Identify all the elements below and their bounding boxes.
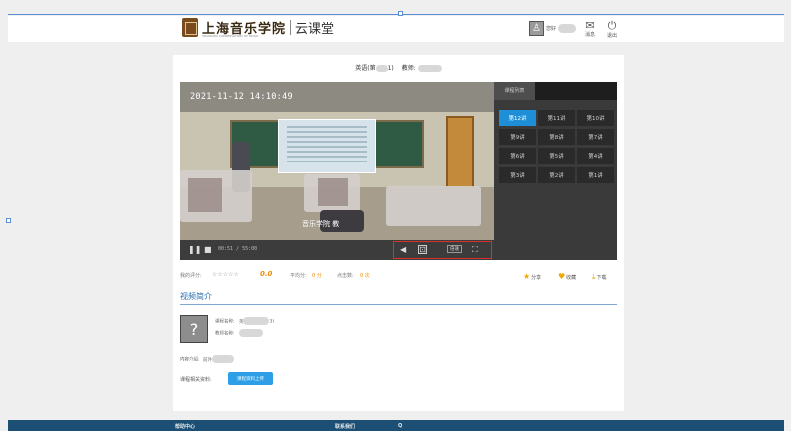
user-greeting: 您好 <box>546 26 557 32</box>
episode-item[interactable]: 第12讲 <box>499 110 536 126</box>
blurred-region <box>188 178 222 212</box>
site-logo[interactable]: 上海音乐学院 SHANGHAI CONSERVATORY OF MUSIC 云课… <box>182 18 335 38</box>
tab-course-list[interactable]: 课程列表 <box>494 82 535 100</box>
footer: 帮助中心 联系我们 Q <box>8 420 784 431</box>
messages-button[interactable]: ✉ 消息 <box>581 19 599 38</box>
footer-extra: Q <box>398 423 403 429</box>
course-name-suffix: 3) <box>269 319 275 325</box>
tab-empty <box>535 82 617 100</box>
course-name-row: 课程名称: 英 3) <box>215 317 274 325</box>
course-card: 英语(第 1) 教师: 2021-11-12 14:10:49 音乐学院 教 ❚❚… <box>173 55 624 411</box>
rating-score: 0.0 <box>260 270 273 278</box>
redacted-text <box>375 65 388 72</box>
user-menu[interactable]: ♙ 您好 <box>529 21 577 36</box>
video-scene <box>446 116 474 196</box>
volume-icon[interactable]: ◀ <box>400 245 406 254</box>
teacher-name-label: 教师名称: <box>215 331 235 337</box>
share-button[interactable]: ★分享 <box>523 272 541 281</box>
upload-material-button[interactable]: 课程资料上传 <box>228 372 273 385</box>
logout-button[interactable]: ⏻ 退出 <box>603 19 621 39</box>
video-timestamp: 2021-11-12 14:10:49 <box>190 92 293 102</box>
playback-time: 00:51 / 55:00 <box>218 246 258 252</box>
redacted-text <box>211 355 234 363</box>
download-button[interactable]: ⤓下载 <box>592 272 607 282</box>
picture-in-picture-icon[interactable]: ⊡ <box>418 245 427 254</box>
material-label: 课程相关资料: <box>180 377 212 383</box>
episode-item[interactable]: 第3讲 <box>499 167 536 183</box>
redacted-text <box>238 329 263 337</box>
user-avatar-icon: ♙ <box>529 21 544 36</box>
pause-icon[interactable]: ❚❚ <box>188 245 201 254</box>
school-seal-icon <box>182 18 198 37</box>
course-name-label: 课程名称: <box>215 319 235 325</box>
rating-stars[interactable]: ☆☆☆☆☆ <box>212 271 239 278</box>
favorite-label: 收藏 <box>566 275 577 281</box>
download-label: 下载 <box>596 275 607 281</box>
episode-tabs: 课程列表 <box>494 82 617 100</box>
redacted-text <box>417 65 442 72</box>
school-name-english: SHANGHAI CONSERVATORY OF MUSIC <box>202 34 259 38</box>
star-icon: ★ <box>523 272 531 281</box>
share-label: 分享 <box>531 275 542 281</box>
heart-icon: ♥ <box>558 272 566 281</box>
course-title-prefix: 英语(第 <box>355 65 376 72</box>
rating-row: 我的评分: ☆☆☆☆☆ 0.0 平均分: 0 分 点击数: 0 次 ★分享 ♥收… <box>180 270 617 282</box>
message-icon: ✉ <box>585 19 595 32</box>
messages-label: 消息 <box>584 32 595 38</box>
average-label: 平均分: <box>290 273 307 279</box>
favorite-button[interactable]: ♥收藏 <box>558 272 576 281</box>
content-intro: 内容介绍: 前外 <box>180 355 234 363</box>
blurred-region <box>318 178 348 206</box>
episode-item[interactable]: 第11讲 <box>538 110 575 126</box>
selection-outline <box>8 14 784 15</box>
teacher-label: 教师: <box>401 65 416 72</box>
episode-item[interactable]: 第9讲 <box>499 129 536 145</box>
episode-item[interactable]: 第4讲 <box>577 148 614 164</box>
logout-icon: ⏻ <box>607 19 617 32</box>
user-name-redacted <box>558 24 577 33</box>
playback-rate-button[interactable]: 倍速 <box>447 245 462 253</box>
episode-item[interactable]: 第8讲 <box>538 129 575 145</box>
top-bar: 上海音乐学院 SHANGHAI CONSERVATORY OF MUSIC 云课… <box>8 16 784 42</box>
contact-us-link[interactable]: 联系我们 <box>335 423 355 430</box>
player-controls: ❚❚ ■ 00:51 / 55:00 ◀ ⊡ 倍速 ⛶ <box>180 240 494 260</box>
episode-panel: 课程列表 第12讲 第11讲 第10讲 第9讲 第8讲 第7讲 第6讲 第5讲 … <box>494 82 617 260</box>
content-value: 前外 <box>202 357 212 363</box>
section-divider <box>180 304 617 305</box>
video-player[interactable]: 2021-11-12 14:10:49 音乐学院 教 ❚❚ ■ 00:51 / … <box>180 82 617 260</box>
course-title-row: 英语(第 1) 教师: <box>173 63 624 72</box>
blurred-region <box>386 186 481 226</box>
fullscreen-icon[interactable]: ⛶ <box>472 245 478 255</box>
redacted-text <box>243 317 270 325</box>
click-count-label: 点击数: <box>337 273 354 279</box>
video-frame[interactable]: 2021-11-12 14:10:49 音乐学院 教 <box>180 82 494 240</box>
episode-item[interactable]: 第1讲 <box>577 167 614 183</box>
app-name: 云课堂 <box>295 22 335 37</box>
video-scene <box>278 119 376 173</box>
logout-label: 退出 <box>606 33 617 39</box>
help-center-link[interactable]: 帮助中心 <box>175 423 195 430</box>
content-label: 内容介绍: <box>180 357 200 363</box>
episode-grid: 第12讲 第11讲 第10讲 第9讲 第8讲 第7讲 第6讲 第5讲 第4讲 第… <box>499 110 614 183</box>
teacher-name-row: 教师名称: <box>215 329 263 337</box>
episode-item[interactable]: 第10讲 <box>577 110 614 126</box>
download-icon: ⤓ <box>592 272 596 281</box>
episode-item[interactable]: 第5讲 <box>538 148 575 164</box>
my-rating-label: 我的评分: <box>180 273 202 279</box>
click-count-value: 0 次 <box>360 273 370 279</box>
episode-item[interactable]: 第6讲 <box>499 148 536 164</box>
logo-divider <box>290 20 292 35</box>
section-title: 视频简介 <box>180 292 212 301</box>
selection-handle[interactable] <box>6 218 11 223</box>
teacher-avatar-icon: ? <box>180 315 208 343</box>
average-value: 0 分 <box>312 273 322 279</box>
course-title-suffix: 1) <box>387 65 394 72</box>
episode-item[interactable]: 第2讲 <box>538 167 575 183</box>
video-subtitle: 音乐学院 教 <box>302 220 340 228</box>
episode-item[interactable]: 第7讲 <box>577 129 614 145</box>
stop-icon[interactable]: ■ <box>204 245 212 254</box>
